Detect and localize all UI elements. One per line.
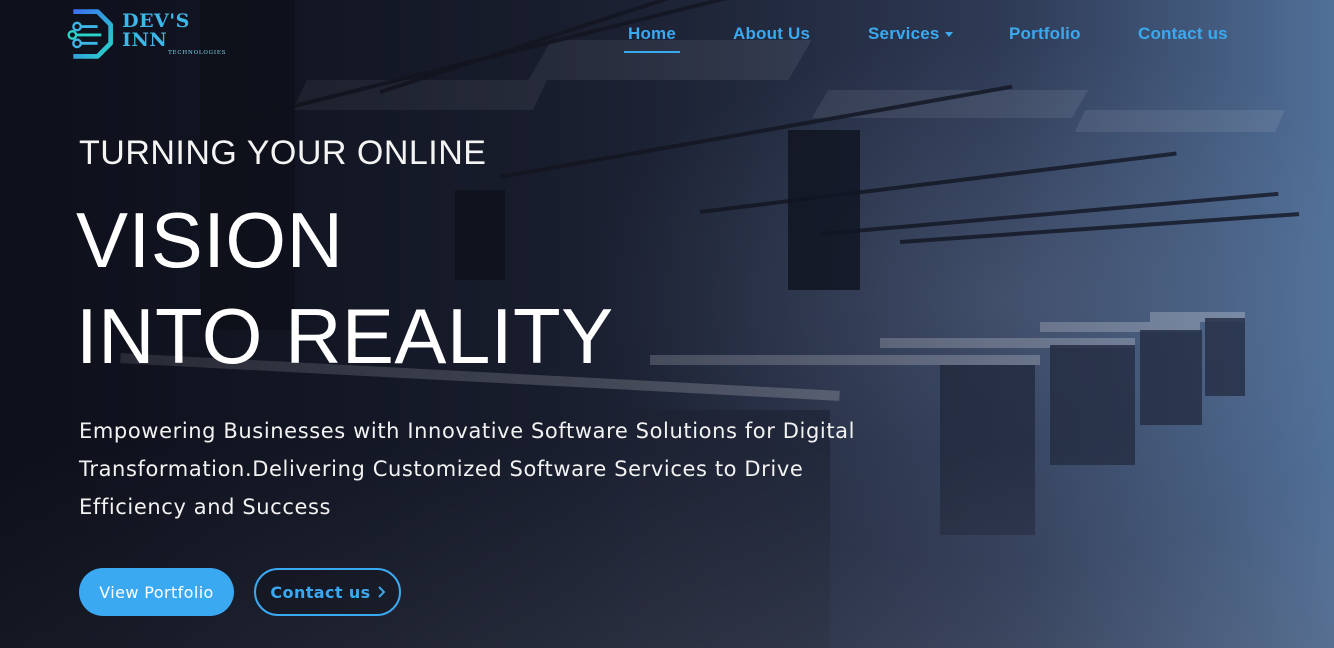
nav-contact-us[interactable]: Contact us xyxy=(1138,24,1228,44)
hero-description: Empowering Businesses with Innovative So… xyxy=(79,419,856,519)
brand-subtitle: TECHNOLOGIES xyxy=(168,49,227,56)
nav-about-us[interactable]: About Us xyxy=(733,24,810,44)
circuit-logo-icon xyxy=(67,9,113,59)
hero-headline: VISION INTO REALITY xyxy=(76,192,614,384)
contact-us-button[interactable]: Contact us xyxy=(254,568,401,616)
nav-portfolio[interactable]: Portfolio xyxy=(1009,24,1081,44)
chevron-right-icon xyxy=(377,586,385,598)
nav-services-label: Services xyxy=(868,24,940,43)
nav-home[interactable]: Home xyxy=(623,24,681,53)
main-nav: Home About Us Services Portfolio Contact… xyxy=(600,24,1274,54)
hero-headline-line2: INTO REALITY xyxy=(76,292,614,380)
hero-headline-line1: VISION xyxy=(76,196,344,284)
caret-down-icon xyxy=(944,32,953,38)
hero-eyebrow: TURNING YOUR ONLINE xyxy=(79,134,487,172)
nav-services[interactable]: Services xyxy=(868,24,953,44)
brand-logo[interactable]: DEV'S INN TECHNOLOGIES xyxy=(64,6,234,62)
brand-name: DEV'S INN xyxy=(122,9,190,51)
view-portfolio-button[interactable]: View Portfolio xyxy=(79,568,234,616)
contact-us-button-label: Contact us xyxy=(270,582,371,602)
